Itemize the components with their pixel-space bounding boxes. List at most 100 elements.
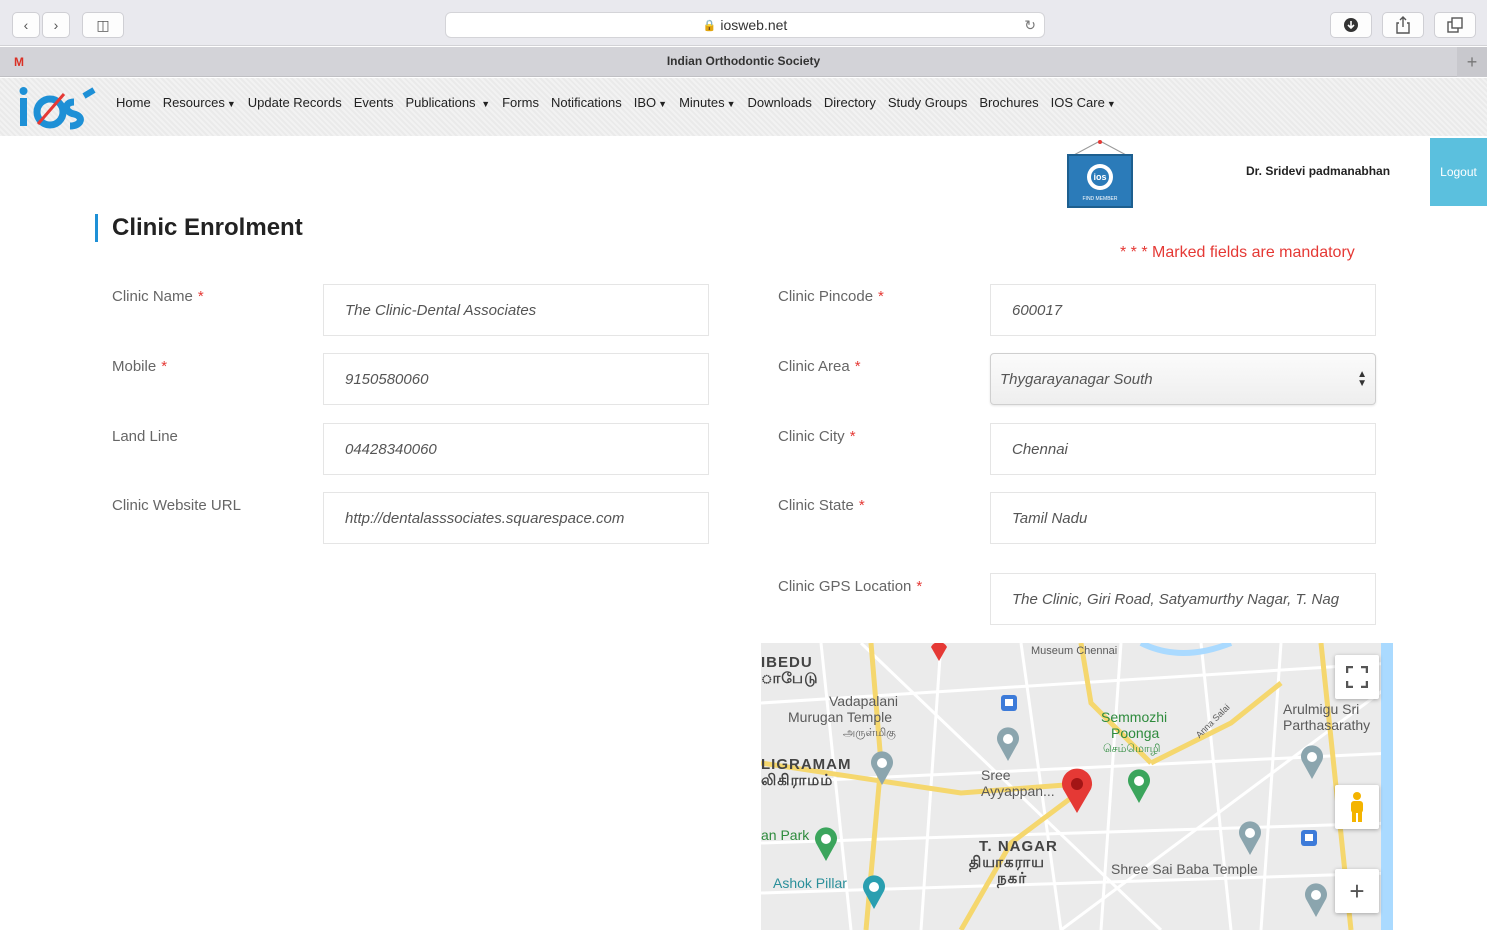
map-label-semmozhi-ta: செம்மொழி — [1103, 743, 1161, 755]
land-line-input[interactable]: 04428340060 — [323, 423, 709, 475]
caret-down-icon: ▼ — [226, 99, 236, 109]
area-label-text: Clinic Area — [778, 358, 850, 375]
nav-minutes[interactable]: Minutes ▼ — [679, 95, 735, 110]
select-arrows-icon: ▲ ▼ — [1357, 369, 1367, 389]
nav-resources-label: Resources — [162, 95, 225, 110]
reload-icon[interactable]: ↻ — [1024, 17, 1036, 34]
nav-study-groups[interactable]: Study Groups — [888, 95, 968, 110]
gps-label: Clinic GPS Location * — [778, 578, 922, 595]
tab-bar: M Indian Orthodontic Society + — [0, 47, 1487, 77]
nav-ios-care[interactable]: IOS Care ▼ — [1051, 95, 1116, 110]
map-label-ibedu: IBEDU — [761, 654, 813, 671]
nav-minutes-label: Minutes — [679, 95, 725, 110]
city-label: Clinic City * — [778, 428, 856, 445]
map-view[interactable]: IBEDU ாபேடு Museum Chennai Vadapalani Mu… — [761, 643, 1393, 930]
state-label-text: Clinic State — [778, 497, 854, 514]
nav-events[interactable]: Events — [354, 95, 394, 110]
nav-downloads[interactable]: Downloads — [748, 95, 812, 110]
area-value: Thygarayanagar South — [1000, 370, 1153, 388]
map-fullscreen-button[interactable] — [1335, 655, 1379, 699]
required-marker: * — [916, 578, 923, 595]
clinic-name-input[interactable]: The Clinic-Dental Associates — [323, 284, 709, 336]
find-member-badge[interactable]: ios FIND MEMBER — [1066, 140, 1134, 210]
forward-button[interactable]: › — [42, 12, 70, 38]
mandatory-note: * * * Marked fields are mandatory — [1120, 244, 1355, 261]
landmark-marker-icon[interactable] — [861, 875, 887, 909]
gps-value: The Clinic, Giri Road, Satyamurthy Nagar… — [1012, 590, 1340, 608]
map-label-vadapalani: Vadapalani — [829, 693, 899, 709]
map-streetview-button[interactable] — [1335, 785, 1379, 829]
address-bar[interactable]: 🔒 iosweb.net ↻ — [445, 12, 1045, 38]
logout-button[interactable]: Logout — [1430, 138, 1487, 206]
nav-ios-care-label: IOS Care — [1050, 95, 1105, 110]
gps-input[interactable]: The Clinic, Giri Road, Satyamurthy Nagar… — [990, 573, 1376, 625]
website-input[interactable]: http://dentalasssociates.squarespace.com — [323, 492, 709, 544]
nav-forms[interactable]: Forms — [502, 95, 539, 110]
pincode-input[interactable]: 600017 — [990, 284, 1376, 336]
nav-directory[interactable]: Directory — [824, 95, 876, 110]
tabs-overview-button[interactable] — [1434, 12, 1476, 38]
sidebar-toggle-button[interactable]: ◫ — [82, 12, 124, 38]
state-input[interactable]: Tamil Nadu — [990, 492, 1376, 544]
required-marker: * — [197, 288, 204, 305]
user-name: Dr. Sridevi padmanabhan — [1246, 164, 1391, 178]
map-zoom-in-button[interactable]: + — [1335, 869, 1379, 913]
download-icon — [1344, 18, 1358, 32]
place-marker-icon[interactable] — [1299, 745, 1325, 779]
park-marker-icon[interactable] — [813, 827, 839, 861]
caret-down-icon: ▼ — [1106, 99, 1116, 109]
pincode-label-text: Clinic Pincode — [778, 288, 874, 305]
place-marker-icon[interactable] — [1237, 821, 1263, 855]
chevron-right-icon: › — [53, 17, 59, 33]
required-marker: * — [878, 288, 884, 305]
bus-stop-icon[interactable] — [1301, 830, 1319, 848]
nav-publications[interactable]: Publications ▼ — [405, 95, 490, 110]
place-marker-icon[interactable] — [995, 727, 1021, 761]
map-label-park: an Park — [761, 827, 810, 843]
nav-ibo[interactable]: IBO ▼ — [634, 95, 667, 110]
bus-stop-icon[interactable] — [1001, 695, 1019, 713]
park-marker-icon[interactable] — [1126, 769, 1152, 803]
place-marker-icon[interactable] — [1303, 883, 1329, 917]
share-icon — [1396, 16, 1410, 34]
zoom-in-icon: + — [1349, 875, 1365, 906]
website-label: Clinic Website URL — [112, 497, 241, 514]
lock-icon: 🔒 — [702, 19, 717, 32]
nav-brochures[interactable]: Brochures — [979, 95, 1038, 110]
area-select[interactable]: Thygarayanagar South ▲ ▼ — [990, 353, 1376, 405]
downloads-button[interactable] — [1330, 12, 1372, 38]
active-tab[interactable]: Indian Orthodontic Society — [0, 54, 1487, 68]
site-header: Home Resources ▼ Update Records Events Pu… — [0, 78, 1487, 136]
share-button[interactable] — [1382, 12, 1424, 38]
ios-logo[interactable] — [18, 84, 98, 130]
land-line-label: Land Line — [112, 428, 178, 445]
sidebar-icon: ◫ — [96, 16, 110, 33]
pegman-icon — [1351, 792, 1363, 822]
city-input[interactable]: Chennai — [990, 423, 1376, 475]
chevron-left-icon: ‹ — [23, 17, 29, 33]
website-value: http://dentalasssociates.squarespace.com — [345, 509, 625, 527]
map-label-ayyappan: Ayyappan... — [981, 783, 1055, 799]
map-pin-icon[interactable] — [927, 643, 951, 661]
map-label-ligramam: LIGRAMAM — [761, 756, 852, 773]
nav-home[interactable]: Home — [116, 95, 151, 110]
map-label-arulmigu: Arulmigu Sri — [1283, 701, 1360, 717]
svg-text:ios: ios — [1093, 172, 1106, 182]
tabs-icon — [1447, 17, 1463, 33]
map-label-sree: Sree — [981, 767, 1011, 783]
place-marker-icon[interactable] — [869, 751, 895, 785]
nav-resources[interactable]: Resources ▼ — [163, 95, 236, 110]
nav-notifications[interactable]: Notifications — [551, 95, 622, 110]
clinic-location-pin-icon[interactable] — [1059, 767, 1095, 813]
map-label-t-nagar-ta: தியாகராய — [969, 854, 1046, 871]
new-tab-button[interactable]: + — [1457, 47, 1487, 77]
map-label-poonga: Poonga — [1111, 725, 1160, 741]
back-button[interactable]: ‹ — [12, 12, 40, 38]
main-nav: Home Resources ▼ Update Records Events Pu… — [116, 95, 1128, 110]
mobile-input[interactable]: 9150580060 — [323, 353, 709, 405]
map-label-museum: Museum Chennai — [1031, 645, 1118, 657]
nav-update-records[interactable]: Update Records — [248, 95, 342, 110]
pincode-value: 600017 — [1012, 301, 1063, 319]
gps-label-text: Clinic GPS Location — [778, 578, 912, 595]
url-text: iosweb.net — [720, 17, 788, 33]
